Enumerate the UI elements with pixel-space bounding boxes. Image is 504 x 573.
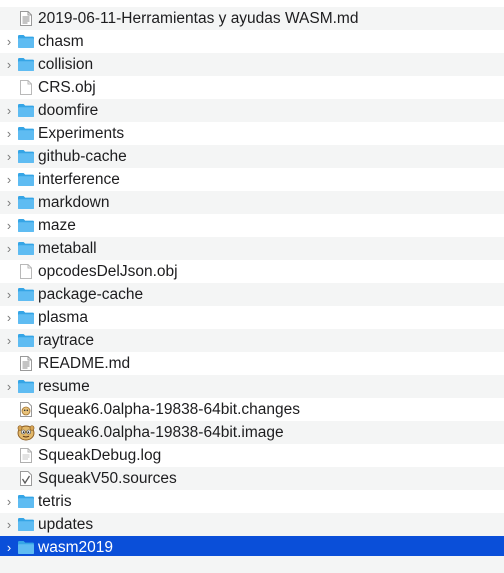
disclosure-chevron-icon[interactable]: › [3, 53, 15, 76]
file-name: markdown [38, 194, 110, 211]
folder-icon [17, 309, 35, 326]
folder-icon [17, 286, 35, 303]
folder-row[interactable]: › github-cache [0, 145, 504, 168]
folder-row[interactable]: › resume [0, 375, 504, 398]
folder-icon [17, 125, 35, 142]
disclosure-chevron-icon[interactable]: › [3, 145, 15, 168]
disclosure-chevron-icon[interactable]: › [3, 30, 15, 53]
file-name: SqueakDebug.log [38, 447, 162, 464]
folder-row[interactable]: › metaball [0, 237, 504, 260]
file-row[interactable]: CRS.obj [0, 76, 504, 99]
file-name: maze [38, 217, 76, 234]
file-name: SqueakV50.sources [38, 470, 177, 487]
file-name: plasma [38, 309, 88, 326]
folder-row[interactable]: › chasm [0, 30, 504, 53]
folder-icon [17, 516, 35, 533]
file-row[interactable]: README.md [0, 352, 504, 375]
file-name: github-cache [38, 148, 127, 165]
file-name: raytrace [38, 332, 94, 349]
folder-icon [17, 102, 35, 119]
folder-icon [17, 217, 35, 234]
log-file-icon [17, 447, 35, 464]
disclosure-chevron-icon[interactable]: › [3, 375, 15, 398]
folder-icon [17, 378, 35, 395]
folder-row[interactable]: › package-cache [0, 283, 504, 306]
folder-icon [17, 332, 35, 349]
folder-row[interactable]: › updates [0, 513, 504, 536]
file-row[interactable]: Squeak6.0alpha-19838-64bit.image [0, 421, 504, 444]
markdown-doc-icon [17, 10, 35, 27]
file-row[interactable]: opcodesDelJson.obj [0, 260, 504, 283]
file-name: tetris [38, 493, 72, 510]
folder-icon [17, 539, 35, 556]
file-name: Experiments [38, 125, 125, 142]
file-name: doomfire [38, 102, 99, 119]
blank-file-icon [17, 263, 35, 280]
disclosure-chevron-icon[interactable]: › [3, 306, 15, 329]
file-name: metaball [38, 240, 97, 257]
file-name: collision [38, 56, 94, 73]
file-name: README.md [38, 355, 131, 372]
folder-row[interactable]: › plasma [0, 306, 504, 329]
folder-icon [17, 171, 35, 188]
folder-row[interactable]: › raytrace [0, 329, 504, 352]
disclosure-chevron-icon[interactable]: › [3, 122, 15, 145]
file-row[interactable]: Squeak6.0alpha-19838-64bit.changes [0, 398, 504, 421]
disclosure-chevron-icon[interactable]: › [3, 283, 15, 306]
folder-row[interactable]: › collision [0, 53, 504, 76]
disclosure-chevron-icon[interactable]: › [3, 513, 15, 536]
file-name: 2019-06-11-Herramientas y ayudas WASM.md [38, 10, 359, 27]
folder-row[interactable]: › tetris [0, 490, 504, 513]
file-row[interactable]: 2019-06-11-Herramientas y ayudas WASM.md [0, 7, 504, 30]
file-name: Squeak6.0alpha-19838-64bit.image [38, 424, 284, 441]
squeak-image-icon [17, 424, 35, 441]
markdown-doc-icon [17, 355, 35, 372]
disclosure-chevron-icon[interactable]: › [3, 329, 15, 352]
disclosure-chevron-icon[interactable]: › [3, 237, 15, 260]
folder-row[interactable]: › maze [0, 214, 504, 237]
folder-icon [17, 240, 35, 257]
file-row[interactable]: SqueakV50.sources [0, 467, 504, 490]
list-background-stripe [0, 556, 504, 573]
disclosure-chevron-icon[interactable]: › [3, 99, 15, 122]
file-name: package-cache [38, 286, 144, 303]
file-name: updates [38, 516, 94, 533]
disclosure-chevron-icon[interactable]: › [3, 214, 15, 237]
folder-row[interactable]: › Experiments [0, 122, 504, 145]
folder-icon [17, 33, 35, 50]
disclosure-chevron-icon[interactable]: › [3, 191, 15, 214]
squeak-sources-icon [17, 470, 35, 487]
file-name: CRS.obj [38, 79, 96, 96]
folder-icon [17, 493, 35, 510]
folder-icon [17, 148, 35, 165]
folder-row[interactable]: › markdown [0, 191, 504, 214]
folder-icon [17, 56, 35, 73]
disclosure-chevron-icon[interactable]: › [3, 168, 15, 191]
file-name: opcodesDelJson.obj [38, 263, 178, 280]
folder-row[interactable]: › interference [0, 168, 504, 191]
file-row[interactable]: SqueakDebug.log [0, 444, 504, 467]
folder-row[interactable]: › doomfire [0, 99, 504, 122]
blank-file-icon [17, 79, 35, 96]
squeak-changes-icon [17, 401, 35, 418]
disclosure-chevron-icon[interactable]: › [3, 490, 15, 513]
file-name: resume [38, 378, 90, 395]
file-list: 2019-06-11-Herramientas y ayudas WASM.md… [0, 7, 504, 559]
file-name: Squeak6.0alpha-19838-64bit.changes [38, 401, 300, 418]
folder-icon [17, 194, 35, 211]
file-name: chasm [38, 33, 84, 50]
file-name: interference [38, 171, 120, 188]
